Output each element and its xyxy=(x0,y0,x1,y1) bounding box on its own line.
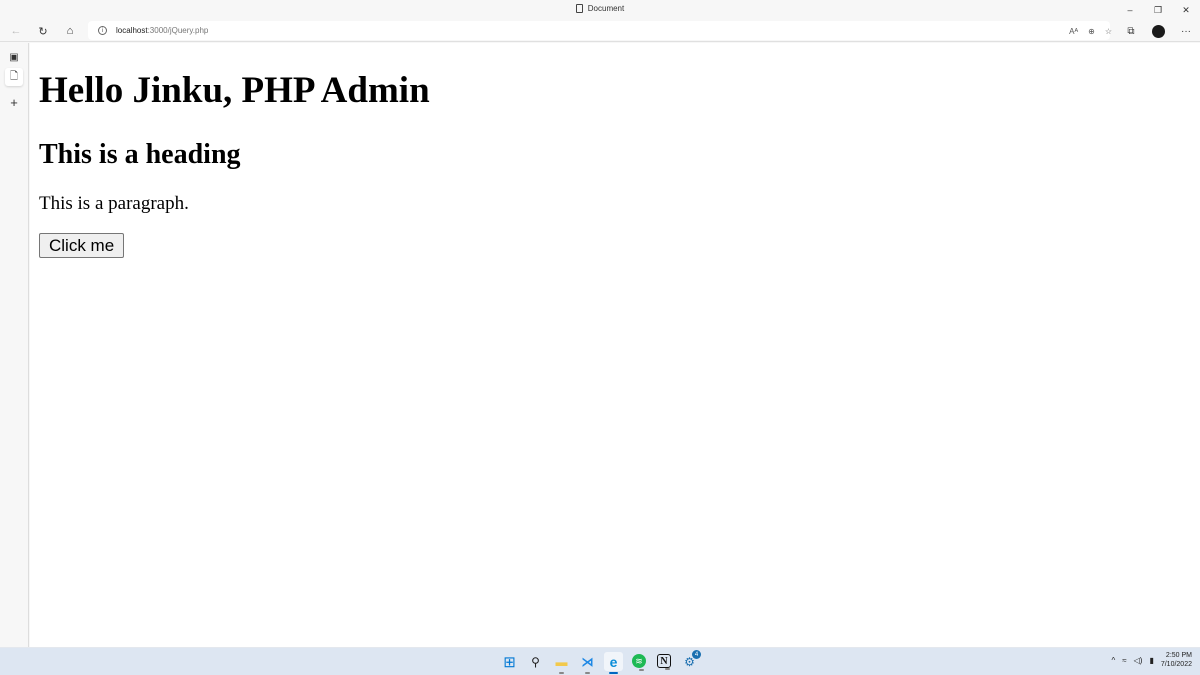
search-button[interactable]: ⚲ xyxy=(526,652,545,671)
maximize-button[interactable]: ❐ xyxy=(1144,0,1172,20)
click-me-button[interactable]: Click me xyxy=(39,233,125,258)
home-button[interactable]: ⌂ xyxy=(57,20,83,42)
steam-badge: 4 xyxy=(692,650,701,659)
refresh-button[interactable]: ↻ xyxy=(30,20,56,42)
back-button[interactable]: ← xyxy=(3,20,29,42)
clock-date: 7/10/2022 xyxy=(1160,661,1192,668)
vscode-app[interactable]: ⋊ xyxy=(578,652,597,674)
notion-app[interactable]: N xyxy=(657,654,671,670)
zoom-icon[interactable]: ⊕ xyxy=(1088,27,1095,36)
address-bar[interactable]: i localhost:3000/jQuery.php xyxy=(88,21,1110,40)
spotify-app[interactable]: ≋ xyxy=(632,654,646,671)
close-button[interactable]: ✕ xyxy=(1172,0,1200,20)
document-icon xyxy=(575,4,583,13)
volume-icon[interactable]: ◁) xyxy=(1134,656,1143,665)
minimize-button[interactable]: – xyxy=(1116,0,1144,20)
more-menu-icon[interactable]: ··· xyxy=(1172,26,1200,37)
edge-app[interactable]: e xyxy=(604,652,623,674)
url-path: :3000/jQuery.php xyxy=(147,26,209,35)
clock[interactable]: 2:50 PM 7/10/2022 xyxy=(1161,651,1192,669)
page-content: Hello Jinku, PHP Admin This is a heading… xyxy=(30,43,1200,647)
steam-app[interactable]: ⚙ 4 xyxy=(680,650,701,671)
profile-avatar[interactable] xyxy=(1152,24,1165,38)
battery-icon[interactable]: ▮ xyxy=(1149,656,1153,665)
new-tab-button[interactable]: + xyxy=(5,93,23,111)
sub-heading: This is a heading xyxy=(39,139,241,170)
url-host: localhost xyxy=(116,26,148,35)
main-heading: Hello Jinku, PHP Admin xyxy=(39,70,430,111)
document-tab[interactable]: 🗋 xyxy=(5,68,23,86)
read-aloud-icon[interactable]: Aᴬ xyxy=(1069,27,1078,36)
browser-toolbar: ← ↻ ⌂ i localhost:3000/jQuery.php Aᴬ ⊕ ☆… xyxy=(0,20,1200,42)
start-button[interactable]: ⊞ xyxy=(500,652,519,671)
favorites-icon[interactable]: ☆ xyxy=(1105,27,1112,36)
tab-actions-icon[interactable]: ▣ xyxy=(5,48,23,66)
clock-time: 2:50 PM xyxy=(1165,652,1192,659)
collections-icon[interactable]: ⧉ xyxy=(1117,26,1145,37)
window-title: Document xyxy=(0,4,1200,13)
vertical-tabs-sidebar: ▣ 🗋 + xyxy=(0,43,29,647)
title-bar: Document – ❐ ✕ xyxy=(0,0,1200,20)
paragraph: This is a paragraph. xyxy=(39,193,189,214)
window-title-text: Document xyxy=(587,4,625,13)
tray-chevron-icon[interactable]: ^ xyxy=(1111,656,1115,665)
info-icon[interactable]: i xyxy=(98,26,107,35)
taskbar: ⊞ ⚲ ▬ ⋊ e ≋ N ⚙ 4 ^ ≈ ◁) ▮ 2:50 PM 7/10/… xyxy=(0,647,1200,675)
wifi-icon[interactable]: ≈ xyxy=(1122,656,1126,665)
file-explorer-app[interactable]: ▬ xyxy=(552,652,571,674)
